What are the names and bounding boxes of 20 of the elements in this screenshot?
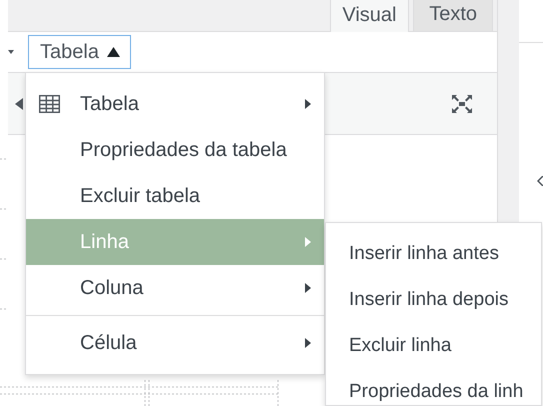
submenu-arrow-icon (305, 283, 311, 293)
menu-item[interactable]: Excluir linha (326, 323, 541, 369)
editor-tab[interactable]: Texto (413, 0, 493, 31)
submenu-arrow-icon (305, 338, 311, 348)
menu-item[interactable]: Inserir linha antes (326, 231, 541, 277)
menu-item[interactable]: Propriedades da tabela (26, 127, 324, 173)
table-icon (39, 95, 60, 113)
menu-item[interactable]: Excluir tabela (26, 173, 324, 219)
submenu-arrow-icon (305, 237, 311, 247)
submenu-arrow-icon (305, 99, 311, 109)
caret-icon[interactable] (8, 49, 14, 55)
table-dropdown-button[interactable]: Tabela (28, 35, 131, 69)
menu-item[interactable]: Coluna (26, 265, 324, 311)
menu-item[interactable]: Inserir linha depois (326, 277, 541, 323)
menu-item[interactable]: Propriedades da linh (326, 369, 541, 405)
left-arrow-icon[interactable] (15, 98, 23, 110)
editor-tab[interactable]: Visual (330, 0, 410, 32)
menu-item[interactable]: Célula (26, 315, 324, 366)
chevron-icon[interactable] (537, 176, 543, 186)
fullscreen-icon[interactable] (452, 94, 472, 112)
